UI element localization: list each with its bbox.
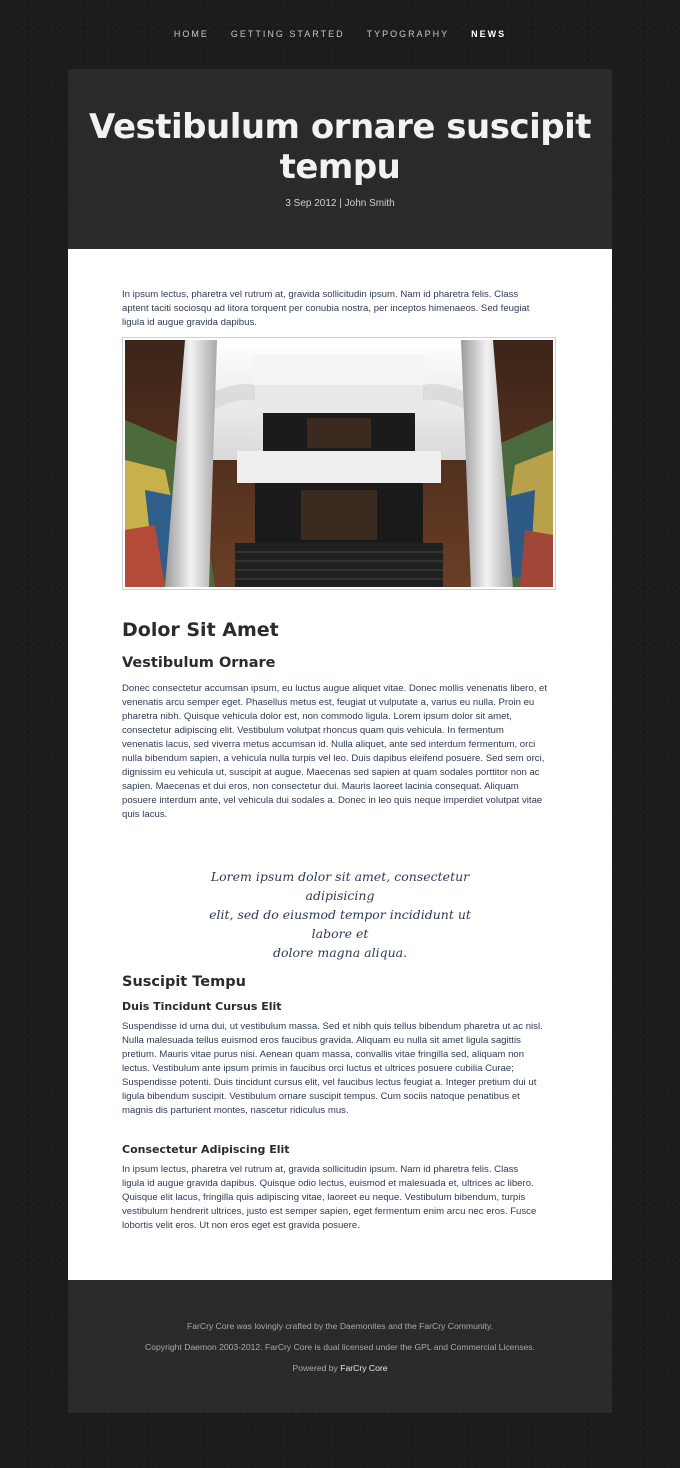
paragraph-line: Suspendisse id urna dui, ut vestibulum m… xyxy=(122,1021,543,1032)
intro-line: In ipsum lectus, pharetra vel rutrum at,… xyxy=(122,289,519,300)
section-suscipit: Suscipit Tempu xyxy=(122,973,558,991)
section-dolor: Dolor Sit Amet xyxy=(122,619,558,641)
heading-dolor-sit-amet: Dolor Sit Amet xyxy=(122,619,279,641)
footer-copyright: Copyright Daemon 2003-2012. FarCry Core … xyxy=(145,1342,535,1352)
nav-news-link[interactable]: NEWS xyxy=(471,28,506,40)
paragraph-line: In ipsum lectus, pharetra vel rutrum at,… xyxy=(122,1164,519,1175)
article-title-line-1: Vestibulum ornare suscipit xyxy=(89,107,592,147)
article-image xyxy=(122,337,556,590)
paragraph-line: consectetur adipiscing elit. Vestibulum … xyxy=(122,725,504,736)
nav-home-link[interactable]: HOME xyxy=(174,28,209,40)
nav-typography-link[interactable]: TYPOGRAPHY xyxy=(367,28,450,40)
top-navigation: HOME GETTING STARTED TYPOGRAPHY NEWS xyxy=(0,28,680,40)
subsection-consectetur: Consectetur Adipiscing Elit xyxy=(122,1143,558,1157)
paragraph-line: Nulla malesuada tellus euismod eros fauc… xyxy=(122,1035,521,1046)
quote-line: elit, sed do eiusmod tempor incididunt u… xyxy=(209,907,471,941)
paragraph-line: vestibulum hendrerit ultrices, justo est… xyxy=(122,1206,537,1217)
paragraph-line: nulla bibendum sapien, a vehicula nulla … xyxy=(122,753,545,764)
farcry-core-link[interactable]: FarCry Core xyxy=(340,1363,387,1373)
section-vestibulum: Vestibulum Ornare xyxy=(122,654,558,672)
article-meta: 3 Sep 2012 | John Smith xyxy=(285,198,395,209)
heading-consectetur-adipiscing: Consectetur Adipiscing Elit xyxy=(122,1143,290,1156)
intro-line: aptent taciti sociosqu ad litora torquen… xyxy=(122,303,530,314)
article-header: Vestibulum ornare suscipit tempu 3 Sep 2… xyxy=(68,69,612,249)
paragraph-line: Quisque elit lacus, fringilla quis adipi… xyxy=(122,1192,526,1203)
intro-paragraph: In ipsum lectus, pharetra vel rutrum at,… xyxy=(122,288,558,330)
paragraph-line: pretium. Mauris vitae purus nisi. Aenean… xyxy=(122,1049,525,1060)
paragraph-in-ipsum: In ipsum lectus, pharetra vel rutrum at,… xyxy=(122,1163,558,1233)
article-content: In ipsum lectus, pharetra vel rutrum at,… xyxy=(68,249,612,1280)
nav-getting-started-link[interactable]: GETTING STARTED xyxy=(231,28,345,40)
paragraph-line: quis lacus. xyxy=(122,809,168,820)
paragraph-line: ligula bibendum suscipit. Vestibulum orn… xyxy=(122,1091,520,1102)
footer-credits: FarCry Core was lovingly crafted by the … xyxy=(187,1321,493,1331)
atrium-photo xyxy=(125,340,553,587)
heading-suscipit-tempu: Suscipit Tempu xyxy=(122,974,246,990)
intro-line: ligula id augue gravida dapibus. xyxy=(122,317,257,328)
paragraph-line: posuere interdum ante, vel vehicula dui … xyxy=(122,795,543,806)
heading-duis-tincidunt: Duis Tincidunt Cursus Elit xyxy=(122,1000,282,1013)
footer-powered-prefix: Powered by xyxy=(292,1363,341,1373)
paragraph-line: dignissim eu vehicula ut, suscipit at au… xyxy=(122,767,540,778)
site-footer: FarCry Core was lovingly crafted by the … xyxy=(68,1280,612,1413)
paragraph-line: magnis dis parturient montes, nascetur r… xyxy=(122,1105,349,1116)
quote-line: dolore magna aliqua. xyxy=(272,945,408,960)
article-title: Vestibulum ornare suscipit tempu xyxy=(68,107,612,187)
paragraph-line: ligula id augue gravida dapibus. Quisque… xyxy=(122,1178,534,1189)
paragraph-line: lobortis velit eros. Ut non eros eget es… xyxy=(122,1220,360,1231)
paragraph-line: lectus. Vestibulum ante ipsum primis in … xyxy=(122,1063,514,1074)
heading-vestibulum-ornare: Vestibulum Ornare xyxy=(122,655,276,671)
pull-quote: Lorem ipsum dolor sit amet, consectetur … xyxy=(192,867,488,962)
paragraph-line: sapien. Maecenas et dui eros, non consec… xyxy=(122,781,519,792)
paragraph-line: Donec consectetur accumsan ipsum, eu luc… xyxy=(122,683,548,694)
paragraph-line: Suspendisse potenti. Duis tincidunt curs… xyxy=(122,1077,537,1088)
paragraph-line: venenatis lacus, sed viverra metus accum… xyxy=(122,739,536,750)
paragraph-line: venenatis arcu semper eget. Phasellus me… xyxy=(122,697,535,708)
article-title-line-2: tempu xyxy=(279,147,401,187)
paragraph-donec: Donec consectetur accumsan ipsum, eu luc… xyxy=(122,682,558,822)
paragraph-suspendisse: Suspendisse id urna dui, ut vestibulum m… xyxy=(122,1020,558,1118)
subsection-duis: Duis Tincidunt Cursus Elit xyxy=(122,1000,558,1014)
quote-line: Lorem ipsum dolor sit amet, consectetur … xyxy=(210,869,470,903)
paragraph-line: pharetra nibh. Quisque vehicula dolor es… xyxy=(122,711,512,722)
footer-powered-by: Powered by FarCry Core xyxy=(68,1363,612,1373)
